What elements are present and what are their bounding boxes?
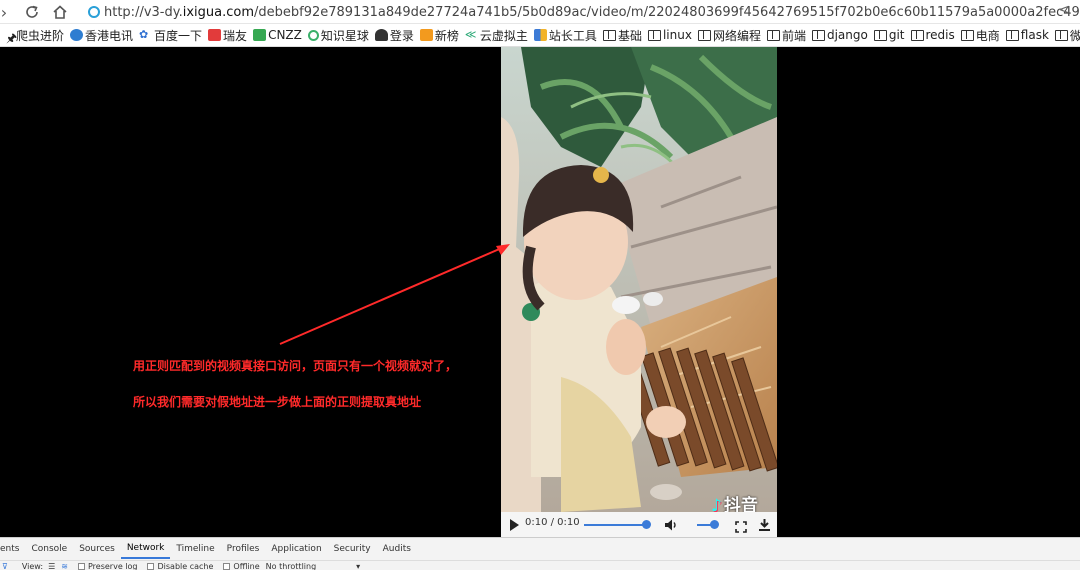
- book-icon: [697, 29, 711, 41]
- bookmark-item[interactable]: ✿ 百度一下: [139, 27, 202, 44]
- book-icon: [602, 29, 616, 41]
- chevron-down-icon[interactable]: ▾: [356, 562, 360, 570]
- tab-elements[interactable]: ents: [0, 538, 25, 559]
- bookmark-item[interactable]: 瑞友: [208, 27, 247, 44]
- list-view-icon[interactable]: ☰: [48, 562, 55, 570]
- tab-timeline[interactable]: Timeline: [170, 538, 220, 559]
- waterfall-view-icon[interactable]: ≋: [61, 562, 68, 570]
- url-prefix: http://v3-dy.: [104, 4, 183, 20]
- bookmark-item[interactable]: 香港电讯: [70, 27, 133, 44]
- tab-console[interactable]: Console: [25, 538, 73, 559]
- book-icon: [1005, 29, 1019, 41]
- globe-icon: [70, 29, 84, 41]
- network-toolbar: ⊽ View: ☰ ≋ Preserve log Disable cache O…: [0, 560, 1080, 570]
- pin-icon: 🖈: [6, 31, 18, 45]
- book-icon: [766, 29, 780, 41]
- tab-security[interactable]: Security: [328, 538, 377, 559]
- cloud-host-icon: ≪: [464, 28, 477, 41]
- filter-icon[interactable]: ⊽: [2, 562, 8, 570]
- annotation-arrow: [279, 244, 510, 345]
- home-icon[interactable]: [50, 2, 70, 22]
- bookmark-folder[interactable]: django: [811, 28, 868, 42]
- refresh-icon[interactable]: [22, 2, 42, 22]
- bookmark-folder[interactable]: 电商: [960, 27, 1000, 44]
- bookmark-item[interactable]: 新榜: [419, 27, 459, 44]
- xinbang-icon: [419, 29, 433, 41]
- page-viewport: ♪ 抖音 0:10 / 0:10 用正则匹配到的视频真接口访问，页面只有一个视频就…: [0, 47, 1080, 537]
- tab-audits[interactable]: Audits: [377, 538, 417, 559]
- bookmarks-bar: 🖈 爬虫进阶 香港电讯 ✿ 百度一下 瑞友 CNZZ 知识星球 登录 新榜 ≪ 云虚拟…: [0, 24, 1080, 47]
- user-icon: [374, 29, 388, 41]
- webmaster-tools-icon: [533, 29, 547, 41]
- bookmark-folder[interactable]: flask: [1005, 28, 1049, 42]
- tab-profiles[interactable]: Profiles: [221, 538, 266, 559]
- book-icon: [873, 29, 887, 41]
- book-icon: [960, 29, 974, 41]
- bookmark-folder[interactable]: linux: [647, 28, 692, 42]
- url-host: ixigua.com: [182, 4, 254, 20]
- view-label: View:: [21, 561, 44, 570]
- zsxq-icon: [307, 29, 319, 41]
- bookmark-folder[interactable]: 前端: [766, 27, 806, 44]
- annotation-line-1: 用正则匹配到的视频真接口访问，页面只有一个视频就对了，: [133, 359, 458, 373]
- bookmark-item[interactable]: 知识星球: [307, 27, 369, 44]
- disable-cache-checkbox[interactable]: [147, 562, 155, 570]
- devtools-panel: ents Console Sources Network Timeline Pr…: [0, 537, 1080, 570]
- throttling-select[interactable]: No throttling: [266, 562, 317, 570]
- bookmark-item[interactable]: 站长工具: [533, 27, 597, 44]
- tab-network[interactable]: Network: [120, 538, 171, 559]
- bookmark-folder[interactable]: 基础: [602, 27, 642, 44]
- offline-checkbox[interactable]: [223, 562, 231, 570]
- tab-sources[interactable]: Sources: [73, 538, 121, 559]
- book-icon: [647, 29, 661, 41]
- bookmark-item[interactable]: 登录: [374, 27, 414, 44]
- url-field[interactable]: http://v3-dy. ixigua.com/debebf92e789131a…: [88, 3, 1080, 21]
- preserve-log-checkbox[interactable]: [77, 562, 85, 570]
- baidu-paw-icon: ✿: [139, 28, 149, 41]
- bookmark-item[interactable]: CNZZ: [253, 28, 302, 42]
- site-icon: [88, 6, 100, 18]
- book-icon: [811, 29, 825, 41]
- forward-icon[interactable]: ›: [0, 2, 14, 22]
- url-path: /debebf92e789131a849de27724a741b5/5b0d89…: [254, 4, 1080, 20]
- bookmark-item[interactable]: 🖈 爬虫进阶: [6, 27, 64, 46]
- bookmark-folder[interactable]: redis: [910, 28, 955, 42]
- address-bar: › http://v3-dy. ixigua.com/debebf92e78913…: [0, 0, 1080, 24]
- book-icon: [910, 29, 924, 41]
- share-icon[interactable]: <: [1058, 2, 1070, 18]
- bookmark-folder[interactable]: 网络编程: [697, 27, 761, 44]
- bookmark-folder[interactable]: 微信: [1054, 27, 1080, 44]
- cnzz-icon: [253, 29, 267, 41]
- tab-application[interactable]: Application: [265, 538, 327, 559]
- ruiyou-icon: [208, 29, 222, 41]
- book-icon: [1054, 29, 1068, 41]
- bookmark-item[interactable]: ≪ 云虚拟主: [465, 27, 528, 44]
- devtools-tabs: ents Console Sources Network Timeline Pr…: [0, 538, 417, 559]
- bookmark-folder[interactable]: git: [873, 28, 905, 42]
- annotation-line-2: 所以我们需要对假地址进一步做上面的正则提取真地址: [133, 395, 422, 409]
